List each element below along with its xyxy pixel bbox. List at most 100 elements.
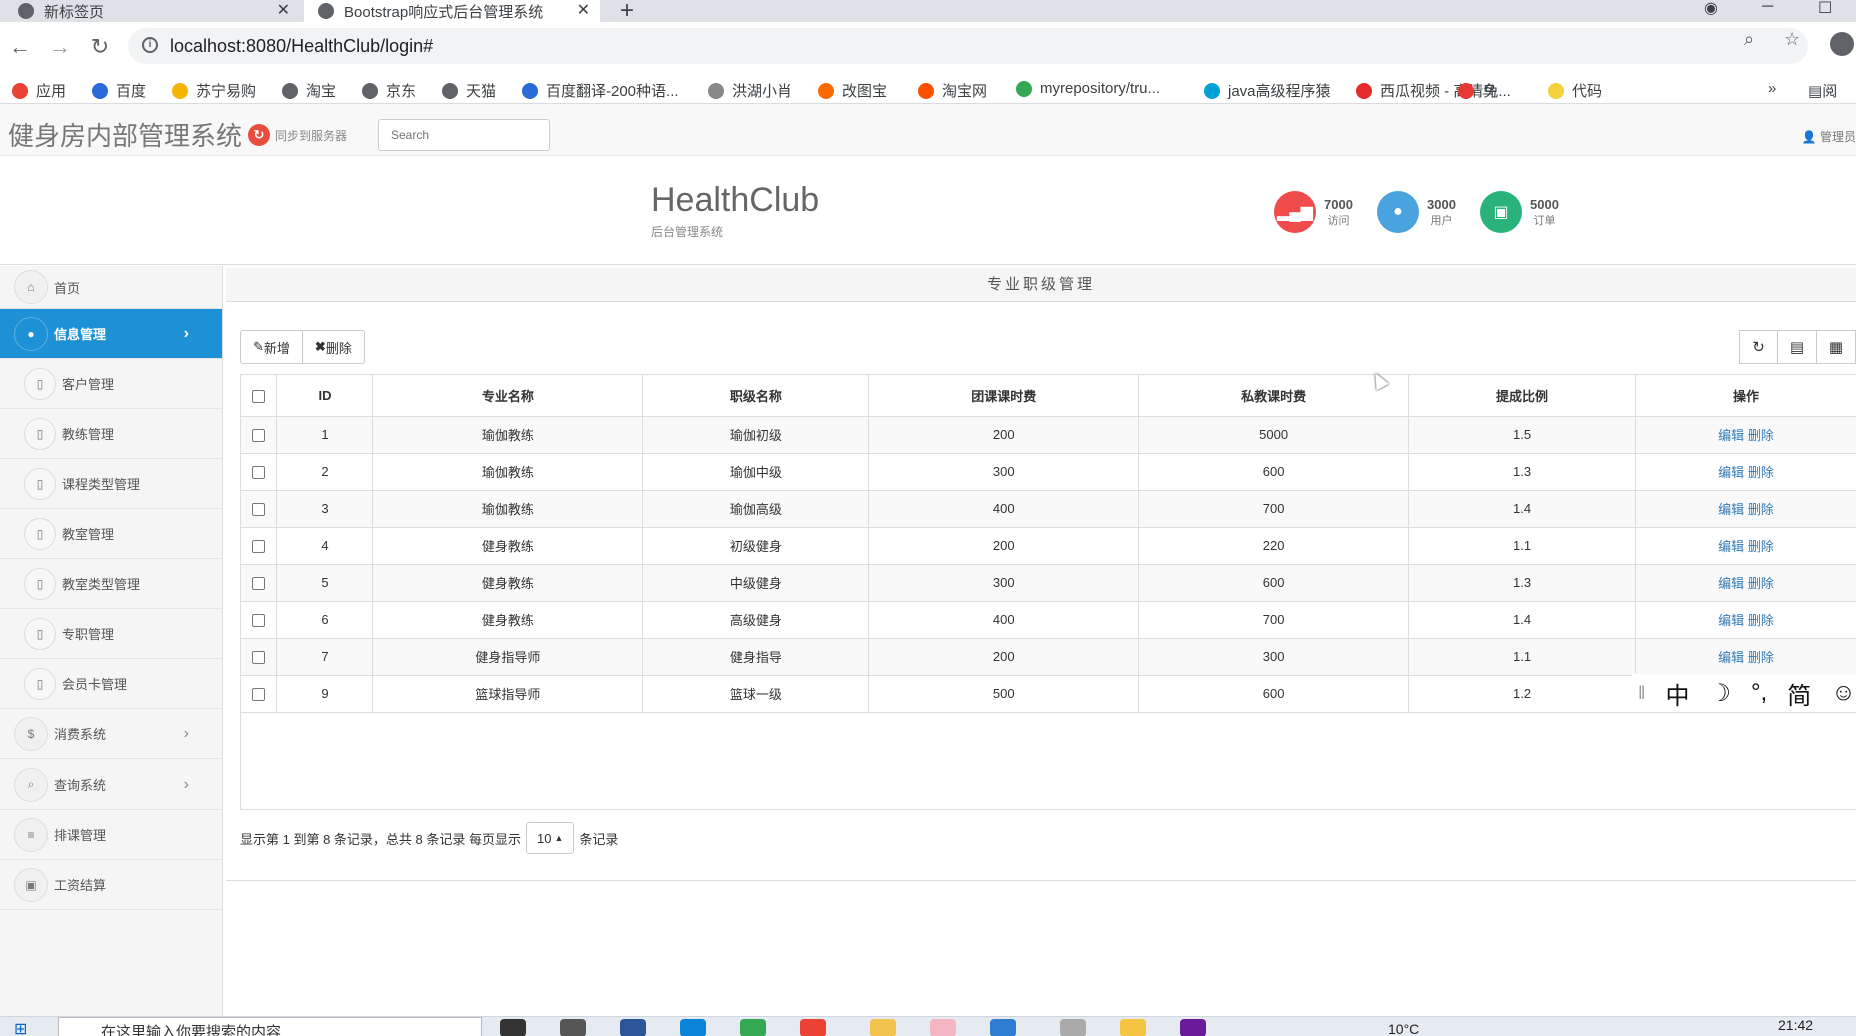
browser-tab-new[interactable]: 新标签页 ✕: [0, 0, 300, 22]
ime-chinese-mode[interactable]: 中: [1665, 676, 1689, 711]
sidebar-item[interactable]: ▯ 教室类型管理: [0, 559, 222, 609]
chrome-icon[interactable]: [740, 1019, 766, 1036]
app-icon[interactable]: [620, 1019, 646, 1036]
bookmark-item[interactable]: 百度翻译-200种语...: [522, 80, 679, 101]
app-icon[interactable]: [930, 1019, 956, 1036]
bookmark-item[interactable]: java高级程序猿: [1204, 80, 1331, 101]
bookmark-item[interactable]: 应用: [12, 80, 66, 101]
maximize-icon[interactable]: ☐: [1818, 0, 1832, 18]
bookmark-item[interactable]: myrepository/tru...: [1016, 80, 1160, 97]
sidebar-item[interactable]: ⌕ 查询系统 ›: [0, 760, 222, 810]
row-checkbox[interactable]: [252, 429, 266, 443]
bookmark-item[interactable]: 鸟: [1458, 80, 1497, 101]
delete-link[interactable]: 删除: [1748, 613, 1774, 628]
edit-link[interactable]: 编辑: [1718, 539, 1744, 554]
bookmark-item[interactable]: 京东: [362, 80, 416, 101]
forward-icon[interactable]: →: [46, 34, 74, 60]
admin-menu[interactable]: 👤 管理员: [1802, 128, 1856, 145]
column-header[interactable]: 提成比例: [1408, 375, 1637, 417]
zoom-icon[interactable]: ⌕: [1744, 29, 1754, 50]
bookmark-item[interactable]: 天猫: [442, 80, 496, 101]
app-icon[interactable]: [990, 1019, 1016, 1036]
reading-list[interactable]: ▤ 阅: [1808, 80, 1837, 101]
sync-button[interactable]: ↻ 同步到服务器: [248, 124, 347, 146]
table-row[interactable]: 2 瑜伽教练 瑜伽中级 300 600 1.3 编辑 删除: [241, 453, 1856, 491]
add-button[interactable]: ✎ 新增: [240, 330, 303, 364]
info-icon[interactable]: i: [142, 37, 158, 53]
search-input[interactable]: [378, 119, 550, 151]
edit-link[interactable]: 编辑: [1718, 502, 1744, 517]
star-icon[interactable]: ☆: [1784, 29, 1800, 50]
row-checkbox[interactable]: [252, 577, 266, 591]
table-row[interactable]: 4 健身教练 初级健身 200 220 1.1 编辑 删除: [241, 527, 1856, 565]
edit-link[interactable]: 编辑: [1718, 465, 1744, 480]
bookmark-item[interactable]: 淘宝: [282, 80, 336, 101]
column-header[interactable]: ID: [276, 375, 374, 417]
sidebar-item[interactable]: ⌂ 首页: [0, 266, 222, 309]
bookmark-item[interactable]: 苏宁易购: [172, 80, 256, 101]
ime-handle-icon[interactable]: ‖: [1638, 683, 1645, 704]
row-checkbox[interactable]: [252, 614, 266, 628]
delete-link[interactable]: 删除: [1748, 539, 1774, 554]
row-checkbox[interactable]: [252, 503, 266, 517]
app-icon[interactable]: [1060, 1019, 1086, 1036]
select-all-checkbox[interactable]: [252, 389, 266, 403]
row-checkbox[interactable]: [252, 688, 266, 702]
sidebar-item[interactable]: ▯ 课程类型管理: [0, 459, 222, 509]
table-row[interactable]: 1 瑜伽教练 瑜伽初级 200 5000 1.5 编辑 删除: [241, 416, 1856, 454]
table-row[interactable]: 7 健身指导师 健身指导 200 300 1.1 编辑 删除: [241, 638, 1856, 676]
sidebar-item[interactable]: ▣ 工资结算: [0, 860, 222, 910]
table-row[interactable]: 9 篮球指导师 篮球一级 500 600 1.2: [241, 675, 1856, 713]
intellij-icon[interactable]: [1180, 1019, 1206, 1036]
delete-link[interactable]: 删除: [1748, 465, 1774, 480]
delete-link[interactable]: 删除: [1748, 502, 1774, 517]
bookmarks-more-icon[interactable]: »: [1768, 80, 1776, 97]
delete-link[interactable]: 删除: [1748, 428, 1774, 443]
ime-emoji-icon[interactable]: ☺: [1831, 679, 1856, 707]
delete-link[interactable]: 删除: [1748, 576, 1774, 591]
edit-link[interactable]: 编辑: [1718, 650, 1744, 665]
delete-button[interactable]: ✖ 删除: [302, 330, 365, 364]
column-header[interactable]: 团课课时费: [868, 375, 1140, 417]
edit-link[interactable]: 编辑: [1718, 613, 1744, 628]
reload-icon[interactable]: ↻: [86, 34, 114, 60]
close-icon[interactable]: ✕: [577, 0, 590, 20]
browser-tab-active[interactable]: Bootstrap响应式后台管理系统 ✕: [304, 0, 600, 22]
ime-simplified-mode[interactable]: 简: [1787, 676, 1811, 711]
search-icon[interactable]: [500, 1019, 526, 1036]
app-brand[interactable]: 健身房内部管理系统: [8, 116, 242, 153]
close-icon[interactable]: ✕: [277, 0, 290, 20]
bookmark-item[interactable]: 改图宝: [818, 80, 887, 101]
refresh-icon[interactable]: ↻: [1739, 330, 1778, 364]
delete-link[interactable]: 删除: [1748, 650, 1774, 665]
url-omnibox[interactable]: i localhost:8080/HealthClub/login#: [128, 28, 1808, 64]
row-checkbox[interactable]: [252, 466, 266, 480]
sidebar-item[interactable]: ≡ 排课管理: [0, 810, 222, 860]
ime-moon-icon[interactable]: ☽: [1709, 679, 1731, 708]
taskbar-search[interactable]: 在这里输入你要搜索的内容: [58, 1017, 482, 1036]
chrome-icon[interactable]: [800, 1019, 826, 1036]
profile-dropdown-icon[interactable]: ◉: [1704, 0, 1718, 18]
sidebar-item[interactable]: ▯ 教练管理: [0, 409, 222, 459]
columns-icon[interactable]: ▦: [1817, 330, 1856, 364]
column-header[interactable]: 私教课时费: [1138, 375, 1410, 417]
sidebar-item[interactable]: ● 信息管理 ›: [0, 309, 222, 359]
table-row[interactable]: 5 健身教练 中级健身 300 600 1.3 编辑 删除: [241, 564, 1856, 602]
windows-start-icon[interactable]: ⊞: [14, 1019, 27, 1036]
edit-link[interactable]: 编辑: [1718, 576, 1744, 591]
clock[interactable]: 21:42: [1778, 1017, 1813, 1033]
url-text[interactable]: localhost:8080/HealthClub/login#: [170, 36, 433, 57]
sidebar-item[interactable]: ▯ 会员卡管理: [0, 659, 222, 709]
edge-icon[interactable]: [680, 1019, 706, 1036]
toggle-view-icon[interactable]: ▤: [1778, 330, 1817, 364]
bookmark-item[interactable]: 百度: [92, 80, 146, 101]
sidebar-item[interactable]: ▯ 专职管理: [0, 609, 222, 659]
sidebar-item[interactable]: $ 消费系统 ›: [0, 709, 222, 759]
avatar[interactable]: [1830, 32, 1854, 56]
column-header[interactable]: 职级名称: [642, 375, 870, 417]
ime-punctuation-icon[interactable]: °,: [1751, 679, 1767, 707]
sidebar-item[interactable]: ▯ 客户管理: [0, 359, 222, 409]
bookmark-item[interactable]: 洪湖小肖: [708, 80, 792, 101]
column-header[interactable]: 专业名称: [372, 375, 644, 417]
row-checkbox[interactable]: [252, 540, 266, 554]
